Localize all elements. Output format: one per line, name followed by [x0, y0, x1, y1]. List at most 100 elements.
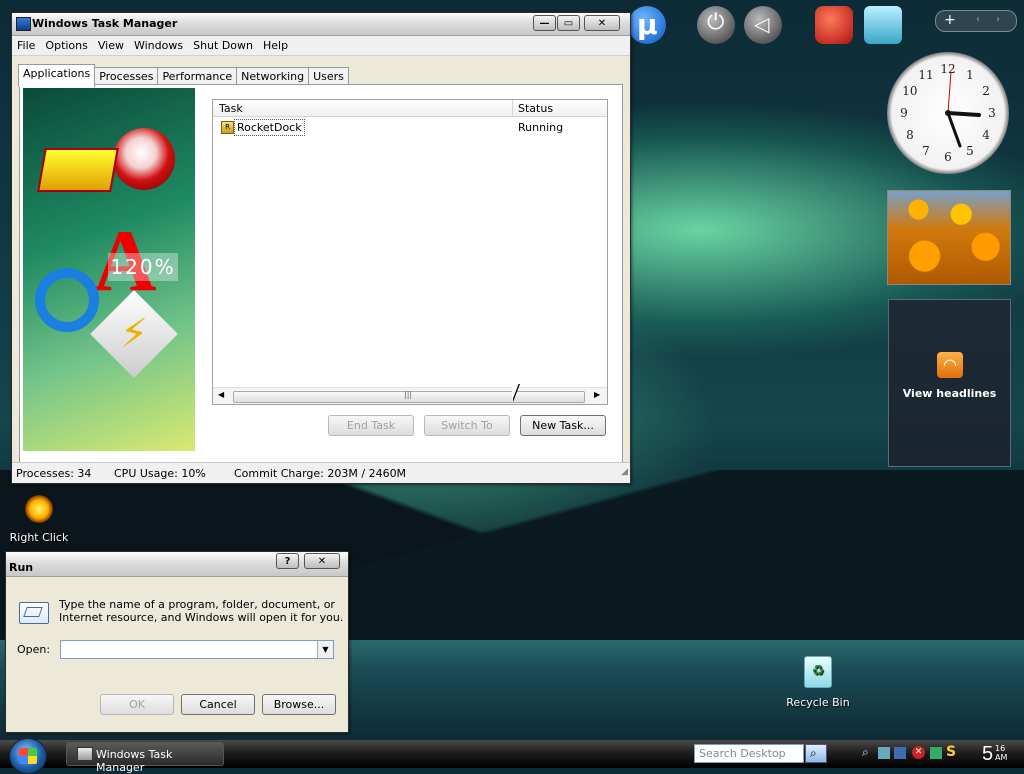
menu-shut-down[interactable]: Shut Down: [188, 36, 258, 52]
tray-app-icon[interactable]: S: [946, 744, 956, 760]
clock-numeral: 12: [940, 62, 955, 76]
view-headlines-link[interactable]: View headlines: [889, 387, 1010, 400]
maximize-button[interactable]: ▭: [557, 15, 580, 31]
taskbar-button-task-manager[interactable]: Windows Task Manager: [66, 742, 224, 774]
recycle-bin-dock-icon[interactable]: [864, 6, 902, 44]
scroll-right-icon[interactable]: ▶: [594, 390, 600, 399]
table-row[interactable]: R RocketDock Running: [213, 119, 607, 136]
open-label: Open:: [17, 643, 51, 656]
rss-gadget[interactable]: ◠ View headlines: [888, 299, 1011, 467]
clock[interactable]: 5 16 AM: [982, 742, 1022, 766]
tray-network-icon[interactable]: [878, 747, 890, 759]
menu-options[interactable]: Options: [40, 36, 92, 52]
utorrent-icon[interactable]: µ: [628, 6, 666, 44]
add-gadget-icon[interactable]: +: [944, 12, 956, 28]
help-button[interactable]: ?: [276, 553, 299, 569]
tray-connection-icon[interactable]: [930, 747, 942, 759]
task-list[interactable]: Task Status R RocketDock Running ◀ ||| ▶: [212, 99, 608, 405]
slideshow-gadget[interactable]: [887, 190, 1011, 285]
task-manager-window[interactable]: Windows Task Manager — ▭ ✕ File Options Vi…: [11, 12, 631, 484]
end-task-button[interactable]: End Task: [328, 415, 414, 436]
search-box[interactable]: Search Desktop: [694, 744, 804, 763]
second-hand: [947, 71, 952, 114]
tray-monitor-icon[interactable]: [894, 747, 906, 759]
status-bar: Processes: 34 CPU Usage: 10% Commit Char…: [12, 462, 630, 483]
browse-button[interactable]: Browse...: [262, 694, 336, 715]
prev-icon[interactable]: ‹: [976, 14, 980, 25]
run-icon: [19, 602, 49, 624]
ccleaner-icon[interactable]: [815, 6, 853, 44]
task-manager-icon: [77, 747, 93, 761]
commit-charge: Commit Charge: 203M / 2460M: [234, 467, 407, 480]
gear-star-icon: [23, 493, 55, 525]
rocketdock-icon: R: [221, 121, 234, 134]
clock-numeral: 4: [982, 128, 990, 142]
menu-help[interactable]: Help: [258, 36, 293, 52]
column-divider[interactable]: [512, 100, 513, 116]
clock-numeral: 10: [902, 84, 917, 98]
scroll-thumb[interactable]: |||: [233, 390, 585, 403]
open-combobox[interactable]: ▼: [60, 640, 334, 659]
close-button[interactable]: ✕: [304, 553, 340, 569]
minimize-button[interactable]: —: [533, 15, 556, 31]
ok-button[interactable]: OK: [100, 694, 174, 715]
clock-ampm: AM: [995, 753, 1008, 762]
run-description-line2: Internet resource, and Windows will open…: [59, 611, 344, 624]
task-manager-icon: [16, 17, 31, 31]
scroll-left-icon[interactable]: ◀: [218, 390, 224, 399]
menu-view[interactable]: View: [93, 36, 129, 52]
task-list-header: Task Status: [213, 100, 607, 117]
system-tray: ⌕ ✕ S: [860, 744, 970, 763]
recycle-bin-icon: ♻: [804, 656, 832, 688]
close-button[interactable]: ✕: [584, 15, 620, 31]
menu-bar: File Options View Windows Shut Down Help: [12, 36, 630, 56]
column-task[interactable]: Task: [219, 102, 243, 115]
clock-numeral: 1: [966, 68, 974, 82]
tab-applications[interactable]: Applications: [18, 64, 96, 87]
rocketdock-banner-image: A ⚡ 120%: [23, 88, 195, 451]
tray-security-icon[interactable]: ✕: [912, 746, 925, 759]
power-icon[interactable]: ⏻: [697, 6, 735, 44]
dropdown-arrow-icon[interactable]: ▼: [317, 641, 333, 658]
run-description-line1: Type the name of a program, folder, docu…: [59, 598, 335, 611]
clock-minute: 16: [995, 744, 1006, 753]
cpu-usage: CPU Usage: 10%: [114, 467, 206, 480]
cancel-button[interactable]: Cancel: [181, 694, 255, 715]
switch-to-button[interactable]: Switch To: [424, 415, 510, 436]
analog-clock-gadget[interactable]: 12 1 2 3 4 5 6 7 8 9 10 11: [887, 52, 1009, 174]
winrar-logo-icon: [37, 148, 119, 192]
resize-grip-icon[interactable]: ◢: [621, 467, 628, 477]
clock-numeral: 8: [906, 128, 914, 142]
next-icon[interactable]: ›: [996, 14, 1000, 25]
search-button[interactable]: ⌕: [805, 744, 827, 763]
search-input[interactable]: Search Desktop: [699, 747, 786, 760]
task-manager-titlebar[interactable]: Windows Task Manager — ▭ ✕: [12, 13, 630, 36]
sidebar-controls: + ‹ ›: [935, 10, 1017, 32]
clock-numeral: 9: [900, 106, 908, 120]
applications-panel: A ⚡ 120% Task Status R RocketDock Runnin…: [19, 84, 623, 466]
processes-count: Processes: 34: [16, 467, 92, 480]
minute-hand: [946, 111, 962, 148]
run-titlebar[interactable]: Run ? ✕: [6, 552, 348, 577]
window-title: Windows Task Manager: [32, 17, 178, 30]
search-icon: ⌕: [810, 746, 817, 760]
new-task-button[interactable]: New Task...: [520, 415, 606, 436]
flash-logo-icon: [113, 128, 175, 190]
desktop-icon-right-click-image[interactable]: Right Click Image: [8, 493, 70, 545]
windows-logo-icon: [19, 748, 37, 764]
clock-numeral: 6: [944, 150, 952, 164]
task-status: Running: [518, 121, 564, 134]
column-status[interactable]: Status: [518, 102, 553, 115]
back-arrow-icon[interactable]: ◁: [744, 6, 782, 44]
run-dialog[interactable]: Run ? ✕ Type the name of a program, fold…: [5, 551, 349, 733]
menu-windows[interactable]: Windows: [129, 36, 188, 52]
horizontal-scrollbar[interactable]: ◀ ||| ▶: [213, 387, 607, 404]
rss-icon: ◠: [937, 352, 963, 378]
start-button[interactable]: [9, 738, 47, 774]
tray-magnifier-icon[interactable]: ⌕: [862, 745, 869, 760]
icon-label: Recycle Bin: [786, 696, 850, 709]
taskbar: Windows Task Manager Search Desktop ⌕ ⌕ …: [0, 738, 1024, 774]
clock-numeral: 11: [918, 68, 933, 82]
menu-file[interactable]: File: [12, 36, 40, 52]
desktop-icon-recycle-bin[interactable]: ♻ Recycle Bin: [786, 656, 850, 709]
